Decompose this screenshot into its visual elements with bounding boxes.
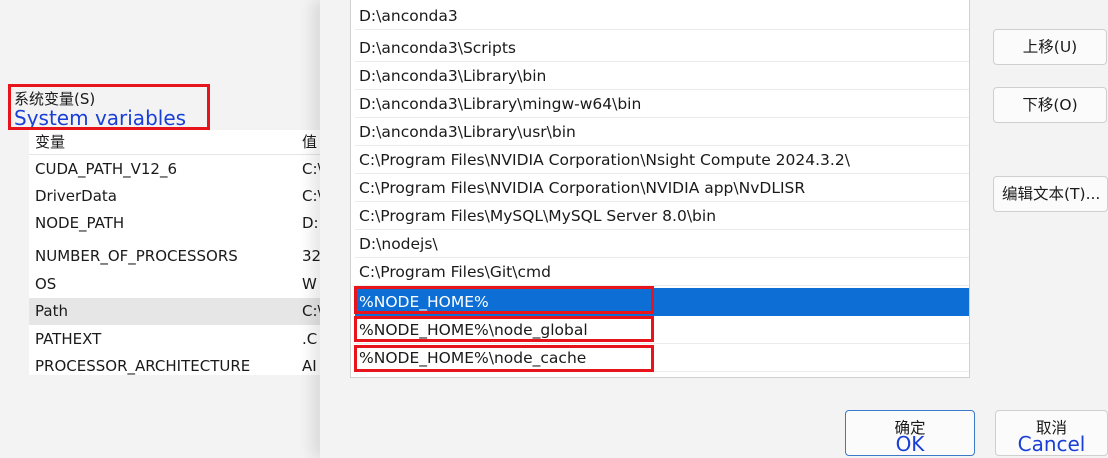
table-row[interactable]: PROCESSOR_ARCHITECTURE AI	[29, 353, 351, 375]
variable-value: AI	[302, 357, 317, 375]
edit-text-button[interactable]: 编辑文本(T)...	[993, 176, 1108, 212]
vars-list-header: 变量 值	[29, 130, 351, 154]
path-entry[interactable]: C:\Program Files\MySQL\MySQL Server 8.0\…	[355, 202, 969, 230]
path-entry[interactable]: D:\anconda3\Library\mingw-w64\bin	[355, 90, 969, 118]
table-row[interactable]: NUMBER_OF_PROCESSORS 32	[29, 243, 351, 270]
table-row[interactable]: PATHEXT .C	[29, 326, 351, 353]
edit-environment-variable-dialog: D:\anconda3 D:\anconda3\Scripts D:\ancon…	[320, 0, 1108, 458]
column-header-variable[interactable]: 变量	[35, 130, 65, 154]
ok-button[interactable]: 确定 OK	[845, 410, 975, 456]
path-entry[interactable]: %NODE_HOME%\node_cache	[355, 344, 969, 372]
variable-value: W	[302, 275, 317, 293]
move-down-label: 下移(O)	[1022, 96, 1078, 114]
table-row[interactable]: DriverData C:\	[29, 183, 351, 210]
table-row[interactable]: NODE_PATH D:	[29, 210, 351, 237]
column-header-value[interactable]: 值	[302, 130, 317, 154]
edit-text-label: 编辑文本(T)...	[1002, 185, 1101, 203]
environment-variables-window: 系统变量(S) System variables 变量 值 CUDA_PATH_…	[0, 0, 351, 458]
table-row-selected[interactable]: Path C:\	[29, 298, 351, 325]
variable-name: NODE_PATH	[35, 214, 125, 232]
move-up-button[interactable]: 上移(U)	[993, 29, 1107, 65]
path-entry[interactable]: D:\anconda3\Scripts	[355, 34, 969, 62]
path-entry[interactable]: D:\anconda3\Library\usr\bin	[355, 118, 969, 146]
variable-name: CUDA_PATH_V12_6	[35, 160, 178, 178]
path-entry[interactable]: %NODE_HOME%\node_global	[355, 316, 969, 344]
path-entry[interactable]: D:\anconda3\Library\bin	[355, 62, 969, 90]
path-entries-list[interactable]: D:\anconda3 D:\anconda3\Scripts D:\ancon…	[350, 0, 970, 378]
move-down-button[interactable]: 下移(O)	[993, 87, 1107, 123]
move-up-label: 上移(U)	[1022, 38, 1078, 56]
table-row[interactable]: OS W	[29, 271, 351, 298]
header-divider	[29, 154, 351, 155]
path-entry[interactable]: D:\anconda3	[355, 2, 969, 30]
variable-value: .C	[302, 330, 318, 348]
cancel-button[interactable]: 取消 Cancel	[995, 410, 1108, 456]
system-variables-highlight-box	[8, 84, 210, 130]
variable-name: NUMBER_OF_PROCESSORS	[35, 247, 238, 265]
ok-annotation: OK	[895, 432, 925, 456]
variable-name: DriverData	[35, 187, 117, 205]
variable-value: 32	[302, 247, 322, 265]
variable-value: D:	[302, 214, 319, 232]
variable-name: PROCESSOR_ARCHITECTURE	[35, 357, 251, 375]
path-entry-selected[interactable]: %NODE_HOME%	[355, 288, 969, 316]
path-entry[interactable]: D:\nodejs\	[355, 230, 969, 258]
variable-name: OS	[35, 275, 57, 293]
table-row[interactable]: CUDA_PATH_V12_6 C:\	[29, 156, 351, 183]
path-entry[interactable]: C:\Program Files\Git\cmd	[355, 258, 969, 286]
variable-name: PATHEXT	[35, 330, 102, 348]
path-entry[interactable]: C:\Program Files\NVIDIA Corporation\NVID…	[355, 174, 969, 202]
path-entry[interactable]: C:\Program Files\NVIDIA Corporation\Nsig…	[355, 146, 969, 174]
cancel-annotation: Cancel	[1017, 432, 1086, 456]
variable-name: Path	[35, 302, 68, 320]
system-variables-list[interactable]: 变量 值 CUDA_PATH_V12_6 C:\ DriverData C:\ …	[29, 130, 351, 375]
